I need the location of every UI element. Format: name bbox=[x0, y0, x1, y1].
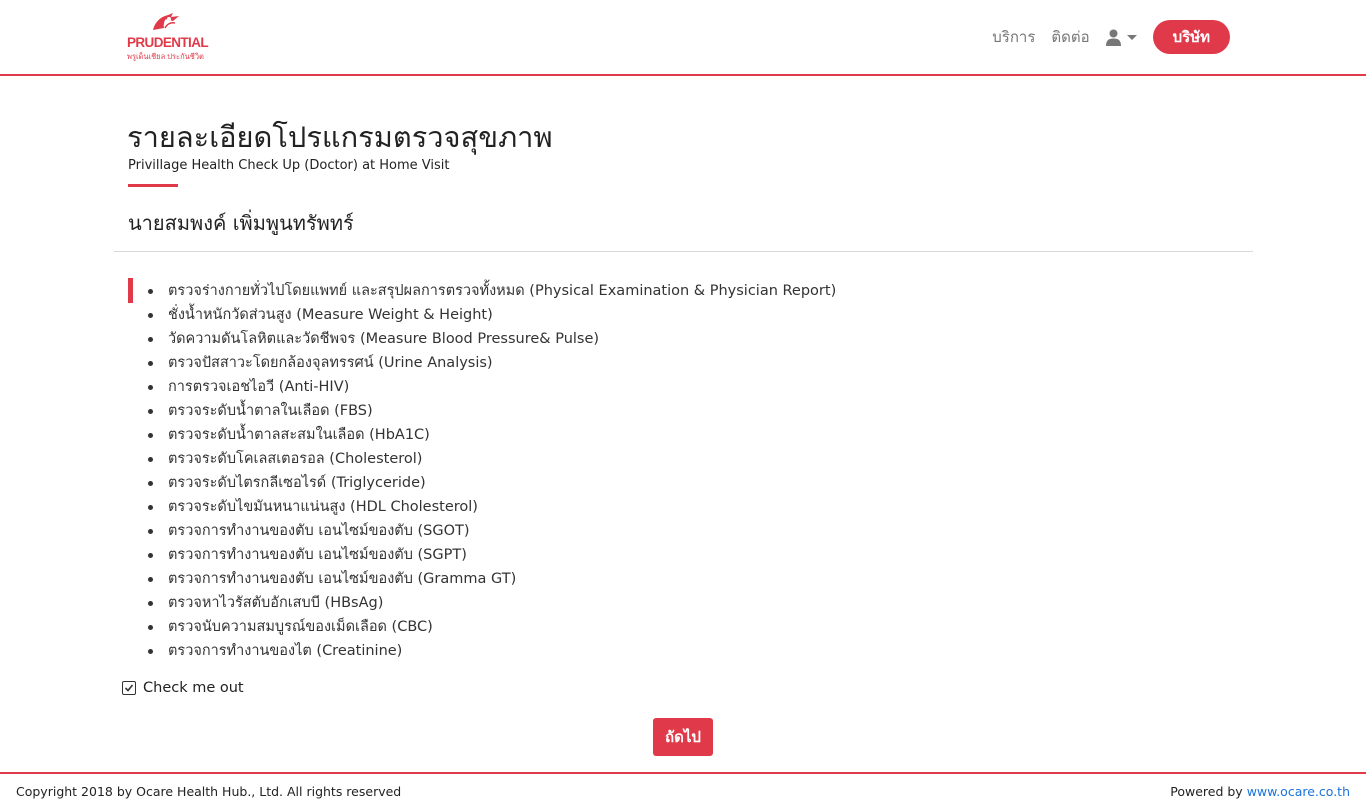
user-icon bbox=[1105, 29, 1121, 46]
list-item: ตรวจปัสสาวะโดยกล้องจุลทรรศน์ (Urine Anal… bbox=[147, 352, 836, 376]
nav-link-services[interactable]: บริการ bbox=[992, 25, 1035, 49]
copyright-text: Copyright 2018 by Ocare Health Hub., Ltd… bbox=[16, 784, 402, 799]
list-item: ตรวจการทำงานของตับ เอนไซม์ของตับ (Gramma… bbox=[147, 568, 836, 592]
list-item: วัดความดันโลหิตและวัดชีพจร (Measure Bloo… bbox=[147, 328, 836, 352]
title-underline bbox=[128, 184, 178, 187]
logo-brand-text: PRUDENTIAL bbox=[127, 35, 209, 50]
logo-mark-icon bbox=[153, 13, 179, 30]
member-name: นายสมพงค์ เพิ่มพูนทรัพทร์ bbox=[128, 211, 354, 235]
logo-tagline: พรูเด็นเชียล ประกันชีวิต bbox=[127, 52, 204, 61]
ocare-link[interactable]: www.ocare.co.th bbox=[1247, 784, 1350, 799]
list-item: ตรวจระดับไขมันหนาแน่นสูง (HDL Cholestero… bbox=[147, 496, 836, 520]
list-item: ตรวจการทำงานของตับ เอนไซม์ของตับ (SGOT) bbox=[147, 520, 836, 544]
list-item: ตรวจระดับไตรกลีเซอไรด์ (Triglyceride) bbox=[147, 472, 836, 496]
checkbox-label[interactable]: Check me out bbox=[143, 680, 244, 696]
footer-divider bbox=[0, 772, 1366, 774]
chevron-down-icon bbox=[1126, 34, 1137, 40]
top-navbar: PRUDENTIAL พรูเด็นเชียล ประกันชีวิต บริก… bbox=[0, 0, 1366, 76]
company-button[interactable]: บริษัท bbox=[1152, 20, 1230, 54]
checkup-item-list: ตรวจร่างกายทั่วไปโดยแพทย์ และสรุปผลการตร… bbox=[147, 280, 836, 664]
program-subtitle: Privillage Health Check Up (Doctor) at H… bbox=[128, 158, 450, 173]
checkmark-icon bbox=[124, 684, 134, 692]
nav-link-contact[interactable]: ติดต่อ bbox=[1051, 25, 1089, 49]
list-accent-bar bbox=[128, 278, 133, 303]
list-item: ตรวจระดับโคเลสเตอรอล (Cholesterol) bbox=[147, 448, 836, 472]
list-item: ตรวจระดับน้ำตาลในเลือด (FBS) bbox=[147, 400, 836, 424]
section-divider bbox=[114, 251, 1253, 252]
user-dropdown[interactable] bbox=[1105, 29, 1137, 46]
confirm-checkbox-row: Check me out bbox=[122, 680, 244, 696]
nav-menu: บริการ ติดต่อ บริษัท bbox=[992, 20, 1230, 54]
powered-by-label: Powered by bbox=[1170, 784, 1243, 799]
list-item: ตรวจการทำงานของตับ เอนไซม์ของตับ (SGPT) bbox=[147, 544, 836, 568]
confirm-checkbox[interactable] bbox=[122, 681, 136, 695]
list-item: ตรวจระดับน้ำตาลสะสมในเลือด (HbA1C) bbox=[147, 424, 836, 448]
page-title: รายละเอียดโปรแกรมตรวจสุขภาพ bbox=[127, 120, 553, 154]
list-item: ตรวจร่างกายทั่วไปโดยแพทย์ และสรุปผลการตร… bbox=[147, 280, 836, 304]
list-item: ตรวจหาไวรัสตับอักเสบบี (HBsAg) bbox=[147, 592, 836, 616]
list-item: ตรวจนับความสมบูรณ์ของเม็ดเลือด (CBC) bbox=[147, 616, 836, 640]
next-button[interactable]: ถัดไป bbox=[653, 718, 713, 756]
list-item: ตรวจการทำงานของไต (Creatinine) bbox=[147, 640, 836, 664]
list-item: การตรวจเอชไอวี (Anti-HIV) bbox=[147, 376, 836, 400]
list-item: ชั่งน้ำหนักวัดส่วนสูง (Measure Weight & … bbox=[147, 304, 836, 328]
powered-by: Powered by www.ocare.co.th bbox=[1170, 784, 1350, 799]
prudential-logo[interactable]: PRUDENTIAL พรูเด็นเชียล ประกันชีวิต bbox=[127, 12, 209, 62]
